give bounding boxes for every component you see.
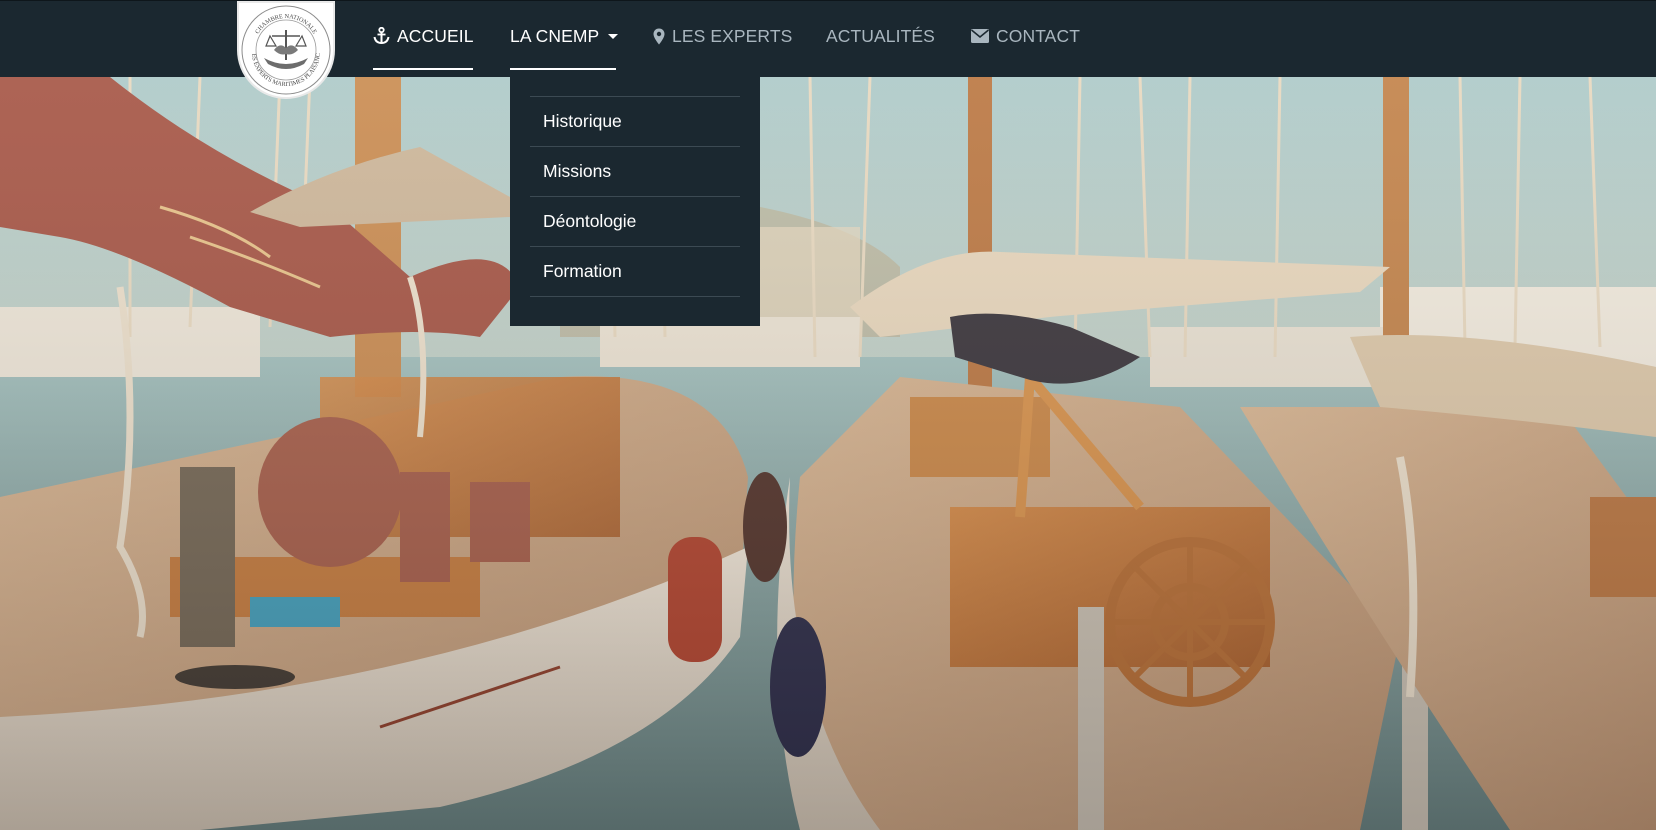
active-underline-cnemp [510, 68, 616, 70]
dropdown-item-historique[interactable]: Historique [530, 96, 740, 146]
hero-image [0, 77, 1656, 830]
cnemp-dropdown-menu: Historique Missions Déontologie Formatio… [510, 77, 760, 326]
envelope-icon [971, 29, 989, 43]
map-marker-icon [653, 28, 665, 45]
active-underline-accueil [373, 68, 473, 70]
nav-actualites-label: ACTUALITÉS [826, 25, 935, 46]
dropdown-item-deontologie[interactable]: Déontologie [530, 196, 740, 246]
nav-contact-label: CONTACT [996, 25, 1080, 46]
nav-accueil-label: ACCUEIL [397, 25, 474, 46]
dropdown-divider [530, 296, 740, 297]
dropdown-item-formation[interactable]: Formation [530, 246, 740, 296]
nav-les-experts[interactable]: LES EXPERTS [653, 25, 792, 47]
nav-la-cnemp[interactable]: LA CNEMP [510, 25, 619, 47]
nav-accueil[interactable]: ACCUEIL [373, 25, 474, 47]
cnemp-logo[interactable]: CHAMBRE NATIONALE DES EXPERTS MARITIMES … [237, 1, 335, 99]
nav-la-cnemp-label: LA CNEMP [510, 25, 600, 46]
nav-contact[interactable]: CONTACT [971, 25, 1080, 47]
nav-les-experts-label: LES EXPERTS [672, 25, 793, 46]
nav-actualites[interactable]: ACTUALITÉS [826, 25, 935, 47]
caret-down-icon [608, 33, 619, 39]
anchor-icon [373, 27, 390, 45]
seal-emblem: CHAMBRE NATIONALE DES EXPERTS MARITIMES … [240, 4, 331, 95]
dropdown-item-missions[interactable]: Missions [530, 146, 740, 196]
